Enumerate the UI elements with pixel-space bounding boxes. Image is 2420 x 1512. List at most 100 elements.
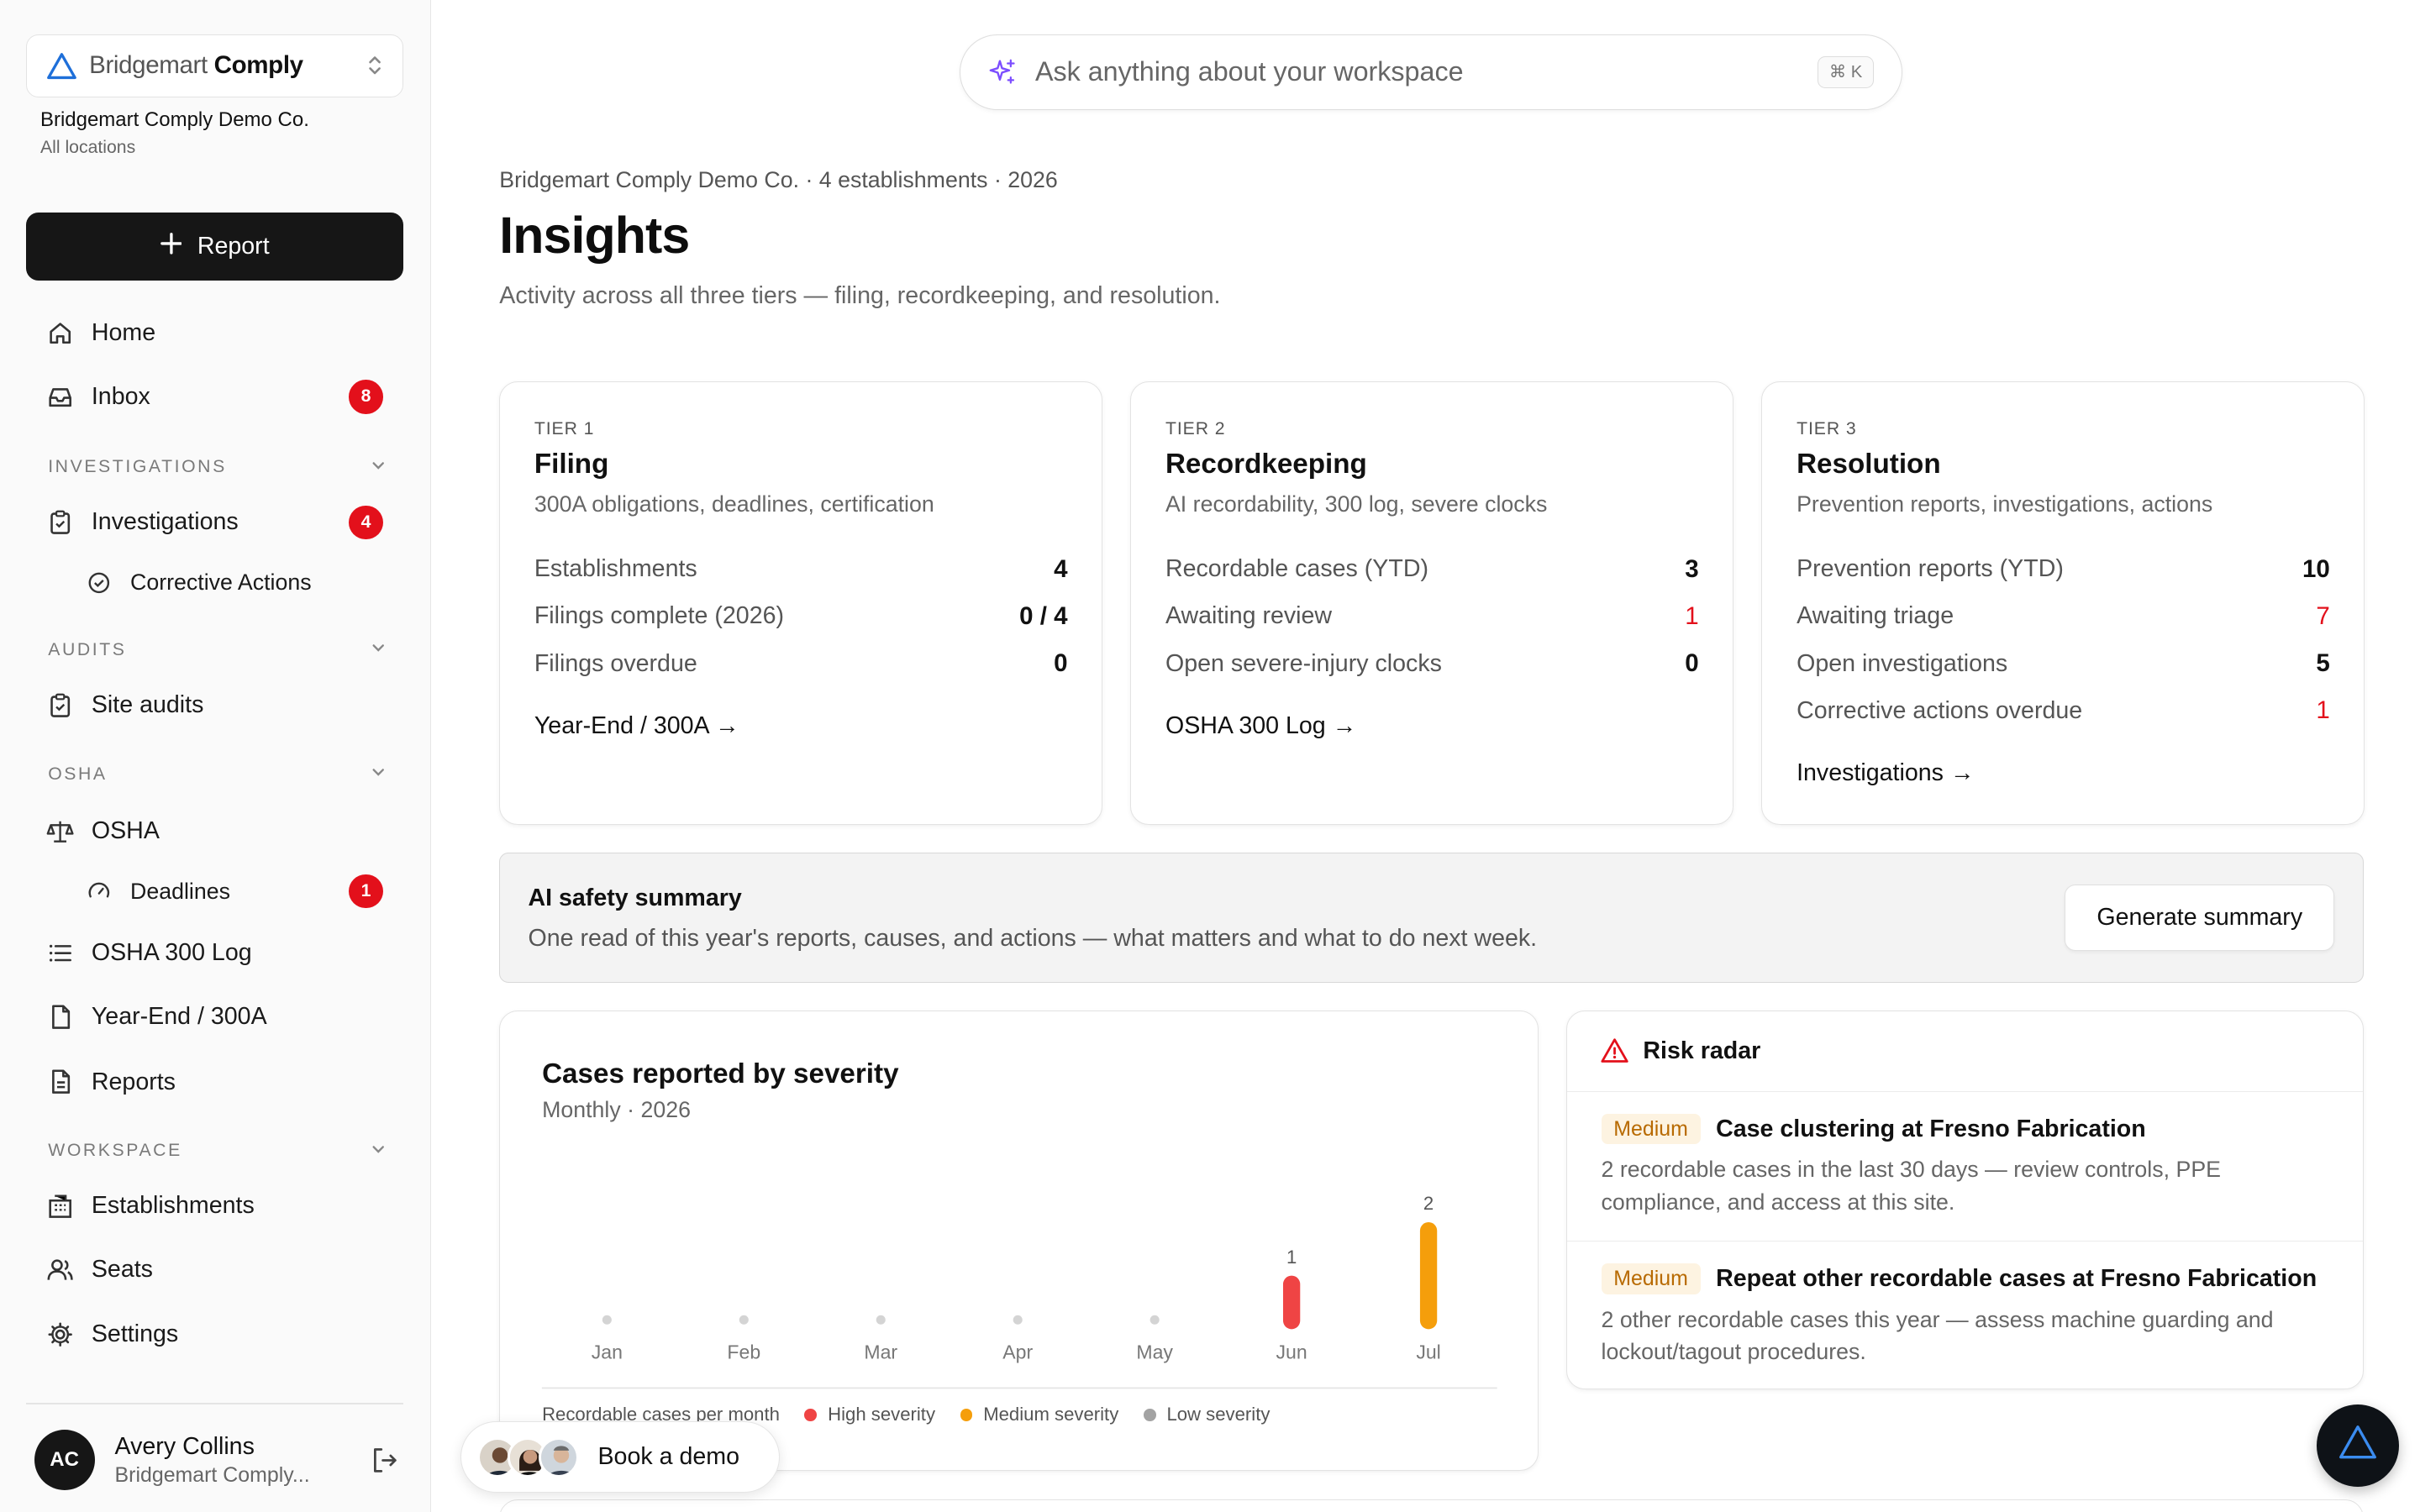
x-tick-label: Mar [865,1341,898,1363]
stat-label: Open investigations [1797,649,2008,677]
risk-radar-header: Risk radar [1566,1011,2363,1093]
tier-card-recordkeeping: TIER 2 Recordkeeping AI recordability, 3… [1130,381,1734,825]
stat-row: Recordable cases (YTD) 3 [1165,545,1699,592]
legend-swatch [1143,1408,1156,1421]
sidebar-item-investigations[interactable]: Investigations 4 [26,495,402,550]
year-end-link[interactable]: Year-End / 300A → [534,712,1068,740]
sidebar-item-site-audits[interactable]: Site audits [26,677,402,732]
stat-value: 0 [1054,649,1068,678]
inbox-icon [46,383,74,411]
stat-value: 0 / 4 [1019,601,1068,630]
sidebar-item-settings[interactable]: Settings [26,1307,402,1362]
avatar [539,1436,580,1478]
sidebar-item-inbox[interactable]: Inbox 8 [26,369,402,424]
stat-value: 3 [1685,554,1699,583]
sidebar-item-label: OSHA [91,816,160,844]
section-investigations[interactable]: INVESTIGATIONS [48,457,386,477]
legend-label: Low severity [1166,1404,1270,1425]
sidebar-item-corrective-actions[interactable]: Corrective Actions [26,555,402,611]
generate-summary-button[interactable]: Generate summary [2065,884,2335,952]
sidebar-item-label: Year-End / 300A [91,1003,267,1031]
risk-description: 2 recordable cases in the last 30 days —… [1601,1157,2222,1215]
tier-card-resolution: TIER 3 Resolution Prevention reports, in… [1761,381,2365,825]
sidebar-item-seats[interactable]: Seats [26,1242,402,1297]
risk-radar-title: Risk radar [1643,1037,1761,1065]
tier-title: Recordkeeping [1165,449,1367,480]
scale-icon [46,817,74,845]
stat-label: Corrective actions overdue [1797,696,2083,724]
search-input[interactable]: Ask anything about your workspace [1035,56,1464,87]
x-tick-label: Jul [1417,1341,1441,1363]
workspace-switcher[interactable]: Bridgemart Comply [26,34,403,98]
sidebar-item-label: Deadlines [130,878,230,904]
tier-description: 300A obligations, deadlines, certificati… [534,491,934,517]
legend-item-low: Low severity [1143,1404,1270,1425]
chevron-down-icon [371,1142,386,1161]
tier-description: Prevention reports, investigations, acti… [1797,491,2213,517]
user-name: Avery Collins [114,1432,255,1460]
ask-search-bar[interactable]: Ask anything about your workspace ⌘ K [960,34,1903,111]
sidebar-item-reports[interactable]: Reports [26,1054,402,1110]
x-tick-label: Feb [728,1341,761,1363]
ai-safety-summary: AI safety summary One read of this year'… [499,853,2364,984]
section-label: AUDITS [48,640,127,660]
book-demo-label: Book a demo [597,1443,739,1471]
stat-value: 7 [2316,601,2330,630]
sidebar-item-label: OSHA 300 Log [91,939,252,967]
stat-value: 0 [1685,649,1699,678]
empty-marker-may [1150,1315,1160,1326]
logout-icon[interactable] [369,1445,400,1476]
page-subtitle: Activity across all three tiers — filing… [499,281,1221,309]
risk-level-badge: Medium [1601,1263,1701,1294]
sidebar: Bridgemart Comply Bridgemart Comply Demo… [0,0,432,1512]
sidebar-item-label: Corrective Actions [130,570,312,596]
risk-item[interactable]: Medium Repeat other recordable cases at … [1566,1241,2363,1388]
sidebar-item-label: Investigations [91,508,239,536]
next-section-card [499,1499,2364,1512]
stat-label: Filings complete (2026) [534,602,785,630]
list-icon [46,939,74,967]
bar-jul-medium-severity[interactable] [1420,1222,1438,1330]
user-profile[interactable]: AC Avery Collins Bridgemart Comply... [34,1426,401,1494]
report-button[interactable]: Report [26,212,403,281]
assistant-launcher-button[interactable] [2317,1404,2399,1487]
book-demo-button[interactable]: Book a demo [460,1421,781,1494]
sidebar-item-label: Site audits [91,691,204,719]
section-workspace[interactable]: WORKSPACE [48,1141,386,1161]
investigations-link[interactable]: Investigations → [1797,759,2330,787]
tier-label: TIER 3 [1797,419,1857,439]
section-label: OSHA [48,764,108,784]
chevron-down-icon [371,640,386,659]
osha-300-log-link[interactable]: OSHA 300 Log → [1165,712,1699,740]
sidebar-item-establishments[interactable]: Establishments [26,1179,402,1234]
bar-total-label: 2 [1423,1193,1434,1214]
sidebar-item-osha[interactable]: OSHA [26,803,402,858]
tier-card-filing: TIER 1 Filing 300A obligations, deadline… [499,381,1103,825]
section-label: WORKSPACE [48,1141,182,1161]
risk-item[interactable]: Medium Case clustering at Fresno Fabrica… [1567,1092,2363,1241]
ai-summary-description: One read of this year's reports, causes,… [528,924,1538,952]
x-tick-label: Jun [1276,1341,1307,1363]
legend-item-high: High severity [804,1404,935,1425]
sidebar-item-deadlines[interactable]: Deadlines 1 [26,864,402,919]
sidebar-item-label: Reports [91,1068,176,1095]
stat-row: Filings complete (2026) 0 / 4 [534,593,1068,640]
stat-label: Open severe-injury clocks [1165,649,1442,677]
bar-jun-high-severity[interactable] [1283,1275,1301,1330]
stat-row: Awaiting triage 7 [1797,593,2330,640]
sidebar-item-osha-300-log[interactable]: OSHA 300 Log [26,926,402,981]
org-scope: All locations [39,138,136,158]
risk-level-badge: Medium [1601,1114,1701,1145]
triangle-logo-icon [46,50,77,81]
stat-row: Prevention reports (YTD) 10 [1797,545,2330,592]
sidebar-item-year-end[interactable]: Year-End / 300A [26,989,402,1044]
breadcrumb: Bridgemart Comply Demo Co. · 4 establish… [499,167,1058,193]
sidebar-item-home[interactable]: Home [26,306,402,361]
home-icon [46,319,74,347]
section-osha[interactable]: OSHA [48,764,386,785]
report-button-label: Report [197,232,270,260]
gauge-icon [85,878,113,906]
empty-marker-jan [602,1315,613,1326]
section-audits[interactable]: AUDITS [48,640,386,660]
stat-value: 1 [1685,601,1699,630]
